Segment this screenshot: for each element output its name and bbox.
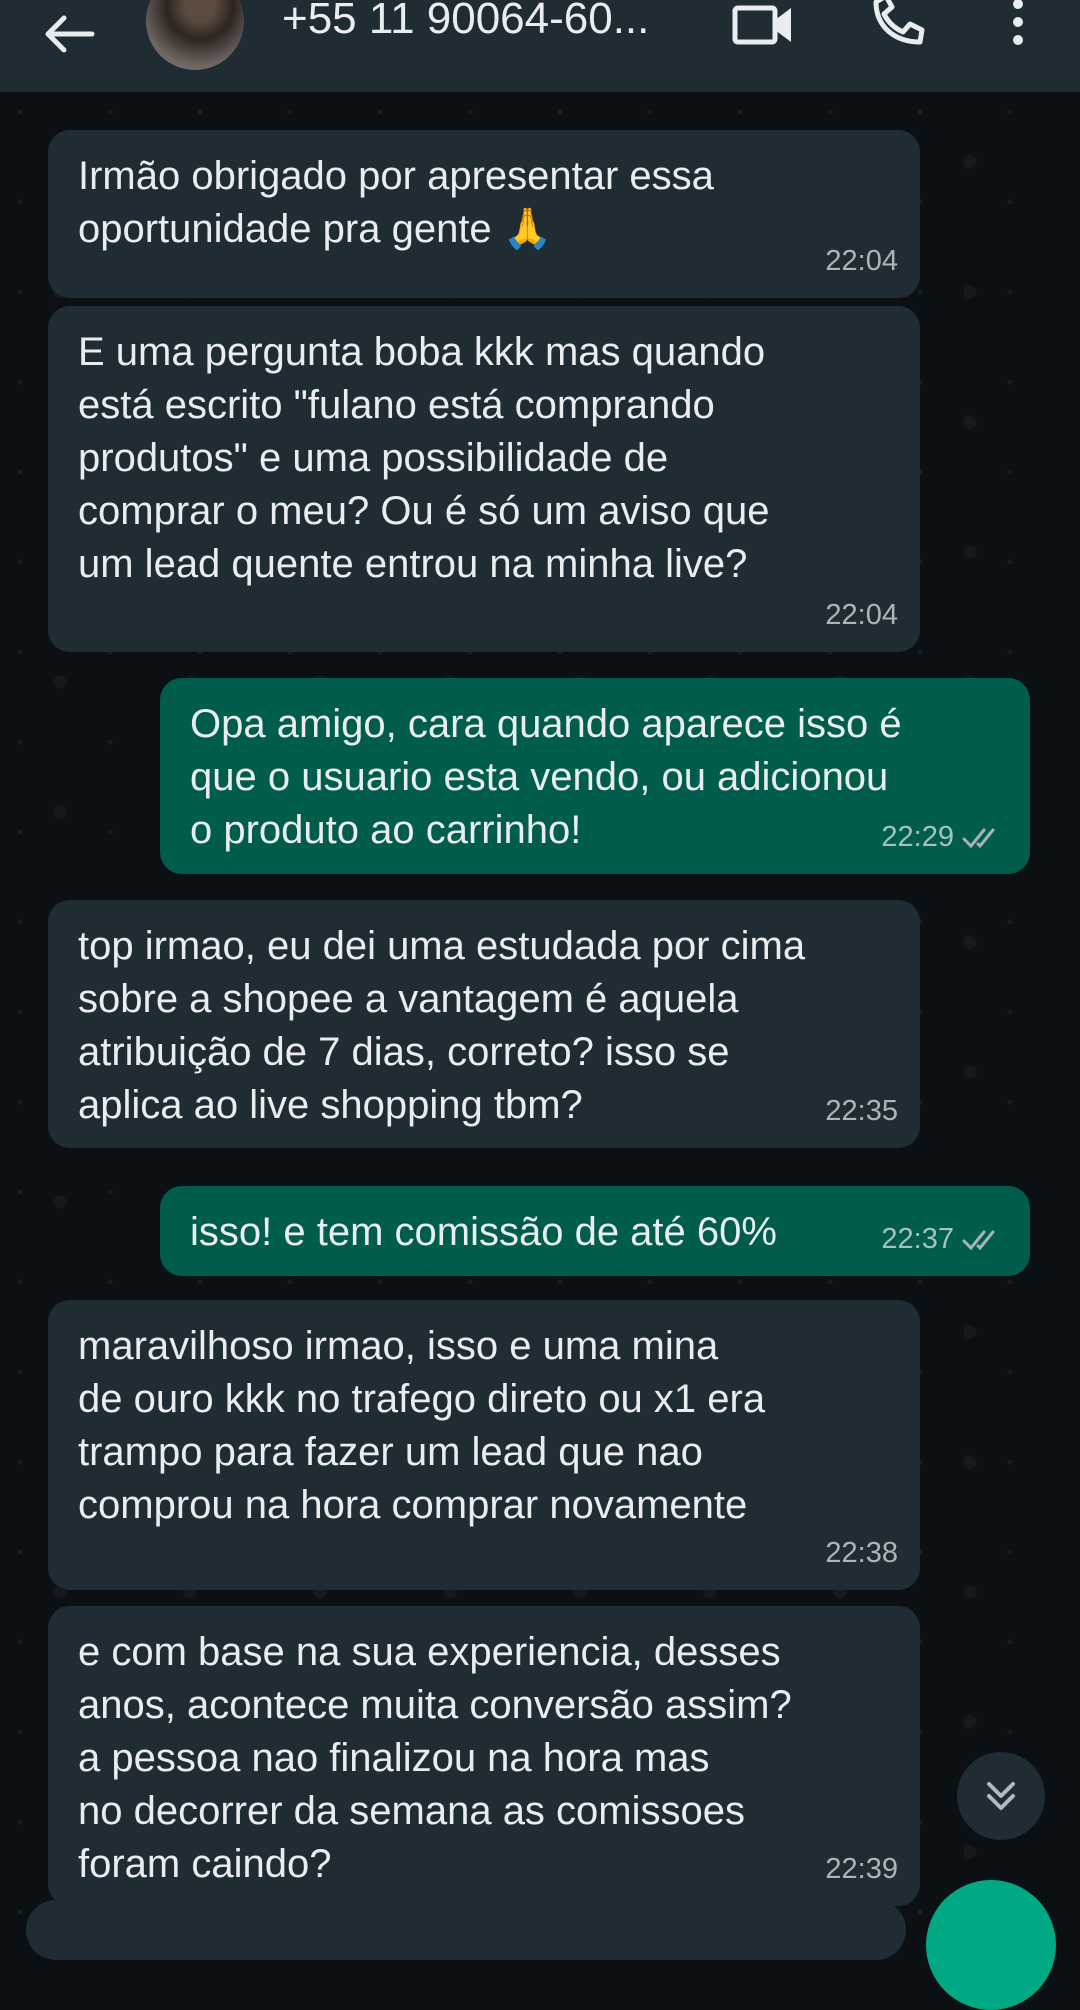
outgoing-message[interactable]: Opa amigo, cara quando aparece isso é qu… xyxy=(160,678,1030,874)
message-time: 22:38 xyxy=(825,1537,898,1569)
incoming-message[interactable]: maravilhoso irmao, isso e uma mina de ou… xyxy=(48,1300,920,1590)
outgoing-message[interactable]: isso! e tem comissão de até 60% 22:37 xyxy=(160,1186,1030,1276)
more-vert-icon[interactable] xyxy=(1006,0,1030,46)
back-arrow-icon[interactable] xyxy=(40,14,96,54)
double-check-icon xyxy=(962,1230,995,1250)
message-time: 22:35 xyxy=(825,1095,898,1127)
message-composer[interactable] xyxy=(26,1900,906,1960)
message-text: maravilhoso irmao, isso e uma mina de ou… xyxy=(78,1324,766,1527)
message-text: e com base na sua experiencia, desses an… xyxy=(78,1630,792,1886)
scroll-to-bottom-button[interactable] xyxy=(957,1752,1045,1840)
message-text: Opa amigo, cara quando aparece isso é qu… xyxy=(190,702,902,852)
incoming-message[interactable]: Irmão obrigado por apresentar essa oport… xyxy=(48,130,920,298)
chevron-double-down-icon xyxy=(987,1782,1015,1810)
incoming-message[interactable]: e com base na sua experiencia, desses an… xyxy=(48,1606,920,1906)
message-time: 22:04 xyxy=(825,245,898,277)
message-time: 22:39 xyxy=(825,1853,898,1885)
double-check-icon xyxy=(962,828,995,848)
message-text: top irmao, eu dei uma estudada por cima … xyxy=(78,924,806,1127)
message-time: 22:29 xyxy=(881,811,1006,864)
message-text: E uma pergunta boba kkk mas quando está … xyxy=(78,330,770,586)
send-button[interactable] xyxy=(926,1880,1056,2010)
incoming-message[interactable]: top irmao, eu dei uma estudada por cima … xyxy=(48,900,920,1148)
message-text: isso! e tem comissão de até 60% xyxy=(190,1210,777,1254)
message-time: 22:37 xyxy=(881,1213,1006,1266)
message-time: 22:04 xyxy=(825,599,898,631)
chat-header: +55 11 90064-60... xyxy=(0,0,1080,92)
incoming-message[interactable]: E uma pergunta boba kkk mas quando está … xyxy=(48,306,920,652)
message-list[interactable]: Irmão obrigado por apresentar essa oport… xyxy=(0,92,1080,1920)
contact-name[interactable]: +55 11 90064-60... xyxy=(282,0,649,44)
video-call-icon[interactable] xyxy=(732,2,794,46)
message-text: Irmão obrigado por apresentar essa oport… xyxy=(78,154,714,251)
phone-icon[interactable] xyxy=(870,0,926,46)
contact-avatar[interactable] xyxy=(146,0,244,70)
